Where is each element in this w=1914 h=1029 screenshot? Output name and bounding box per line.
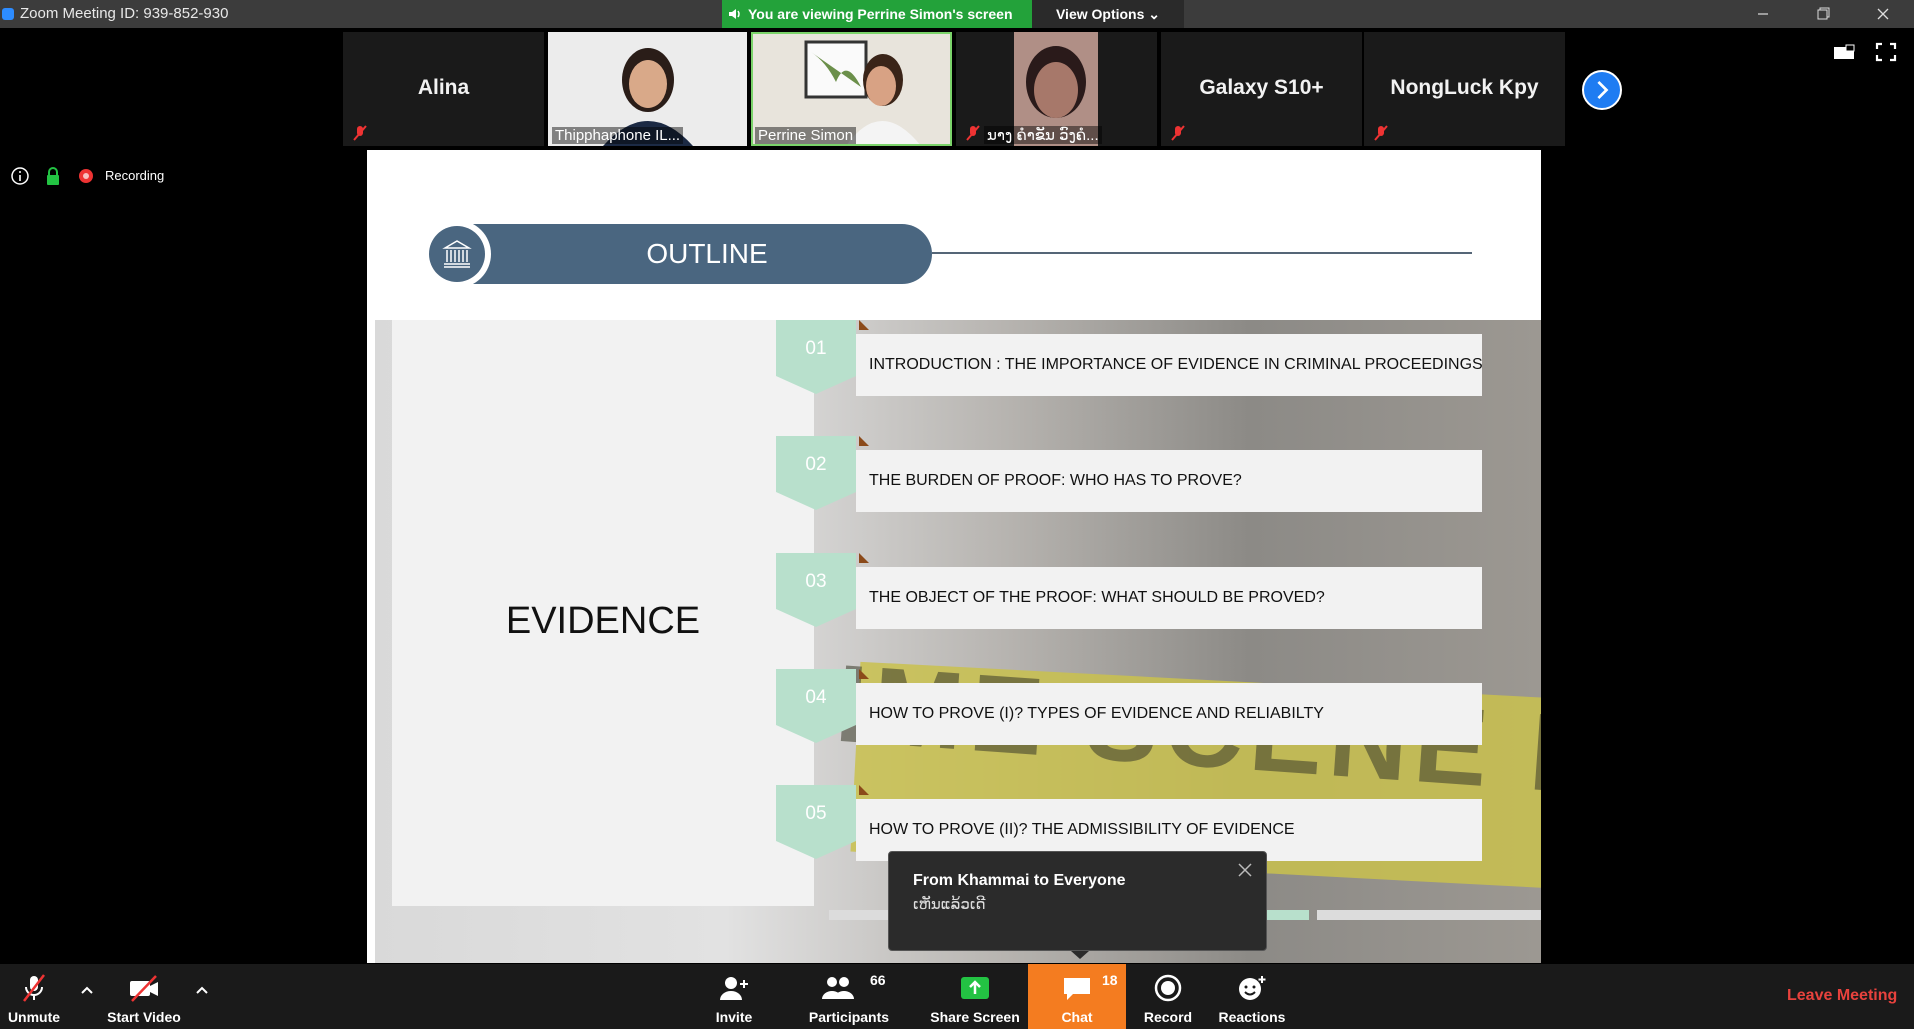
chat-message: ເຫັນແລ້ວເດີ: [913, 896, 986, 913]
item-corner-flag: [859, 320, 869, 330]
item-corner-flag: [859, 669, 869, 679]
record-icon: [1154, 974, 1182, 1002]
banner-text: You are viewing Perrine Simon's screen: [748, 6, 1013, 22]
outline-item-text: HOW TO PROVE (II)? THE ADMISSIBILITY OF …: [869, 821, 1295, 838]
video-options-caret-icon[interactable]: [194, 984, 210, 996]
chat-unread-count: 18: [1102, 972, 1118, 988]
participant-name: Thipphaphone IL...: [552, 127, 684, 144]
toast-pointer: [1071, 951, 1089, 959]
participant-name: Alina: [417, 76, 470, 99]
courthouse-icon: [442, 240, 472, 268]
participant-name: NongLuck Kpy: [1390, 76, 1539, 99]
gallery-strip: Alina Thipphaphone IL... Perrine Simon ນ…: [343, 32, 1565, 146]
invite-label: Invite: [715, 1009, 753, 1025]
outline-item-text: THE BURDEN OF PROOF: WHO HAS TO PROVE?: [869, 472, 1242, 489]
outline-number-badge: 01: [776, 320, 856, 396]
outline-item: INTRODUCTION : THE IMPORTANCE OF EVIDENC…: [856, 334, 1483, 396]
participants-icon: [822, 977, 854, 999]
outline-number-badge: 02: [776, 436, 856, 512]
item-corner-flag: [859, 785, 869, 795]
unmute-button[interactable]: Unmute: [0, 964, 68, 1029]
window-title: Zoom Meeting ID: 939-852-930: [20, 5, 229, 22]
outline-item-text: HOW TO PROVE (I)? TYPES OF EVIDENCE AND …: [869, 705, 1324, 722]
audio-options-caret-icon[interactable]: [79, 984, 95, 996]
leave-meeting-button[interactable]: Leave Meeting: [1787, 987, 1897, 1005]
shared-screen-slide: IME SCENE DO EVIDENCE OUTLINE 01 INTRODU…: [367, 150, 1541, 963]
participant-video-tile[interactable]: Thipphaphone IL...: [548, 32, 747, 146]
participant-name: ນາງ ຄໍາຂັນ ວົງຄໍ...: [984, 126, 1102, 144]
chevron-down-icon: ⌄: [1148, 6, 1161, 22]
participant-name: Galaxy S10+: [1199, 76, 1324, 99]
muted-mic-icon: [23, 974, 45, 1002]
participant-name: Perrine Simon: [755, 127, 857, 144]
share-screen-icon: [961, 977, 989, 999]
title-bar: Zoom Meeting ID: 939-852-930 You are vie…: [0, 0, 1914, 28]
outline-number-badge: 03: [776, 553, 856, 629]
invite-button[interactable]: Invite: [700, 964, 768, 1029]
reactions-label: Reactions: [1218, 1009, 1286, 1025]
recording-dot-icon: [79, 169, 93, 183]
section-panel: EVIDENCE: [392, 320, 814, 906]
participant-tile[interactable]: Alina: [343, 32, 544, 146]
record-button[interactable]: Record: [1135, 964, 1201, 1029]
outline-item-text: INTRODUCTION : THE IMPORTANCE OF EVIDENC…: [869, 356, 1483, 373]
speaker-icon: [729, 9, 740, 19]
muted-mic-icon: [1374, 125, 1388, 141]
viewing-screen-banner: You are viewing Perrine Simon's screen: [722, 0, 1032, 28]
start-video-button[interactable]: Start Video: [100, 964, 188, 1029]
reactions-button[interactable]: Reactions: [1214, 964, 1290, 1029]
view-options-button[interactable]: View Options ⌄: [1032, 0, 1184, 28]
outline-item-text: THE OBJECT OF THE PROOF: WHAT SHOULD BE …: [869, 589, 1325, 606]
participants-count: 66: [870, 972, 886, 988]
header-divider: [932, 252, 1472, 254]
add-reaction-icon: [1239, 976, 1266, 1000]
close-icon[interactable]: [1237, 862, 1253, 878]
start-video-label: Start Video: [107, 1009, 181, 1025]
chat-button[interactable]: 18 Chat: [1028, 964, 1126, 1029]
outline-item: HOW TO PROVE (I)? TYPES OF EVIDENCE AND …: [856, 683, 1482, 745]
muted-mic-icon: [353, 125, 367, 141]
item-corner-flag: [859, 553, 869, 563]
minimize-icon[interactable]: [1738, 0, 1788, 28]
chat-bubble-icon: [1064, 978, 1090, 1000]
participant-tile[interactable]: Galaxy S10+: [1161, 32, 1362, 146]
muted-mic-icon: [966, 125, 980, 141]
outline-icon-badge: [429, 226, 485, 282]
chat-label: Chat: [1061, 1009, 1093, 1025]
participants-label: Participants: [808, 1009, 890, 1025]
view-options-label: View Options: [1055, 6, 1145, 22]
participant-video-tile-active-speaker[interactable]: Perrine Simon: [751, 32, 952, 146]
add-person-icon: [720, 977, 748, 1000]
outline-number-badge: 05: [776, 785, 856, 861]
item-corner-flag: [859, 436, 869, 446]
video-off-icon: [130, 975, 158, 1002]
chat-sender: From Khammai to Everyone: [913, 872, 1126, 889]
restore-icon[interactable]: [1798, 0, 1848, 28]
meeting-toolbar: Unmute Start Video Invite 66 Participant…: [0, 964, 1914, 1029]
outline-item: THE OBJECT OF THE PROOF: WHAT SHOULD BE …: [856, 567, 1482, 629]
outline-number-badge: 04: [776, 669, 856, 745]
share-screen-label: Share Screen: [930, 1009, 1020, 1025]
gallery-view-icon[interactable]: [1832, 42, 1856, 62]
fullscreen-icon[interactable]: [1874, 42, 1898, 62]
outline-item: THE BURDEN OF PROOF: WHO HAS TO PROVE?: [856, 450, 1482, 512]
info-icon[interactable]: [10, 166, 30, 186]
participant-tile[interactable]: NongLuck Kpy: [1364, 32, 1565, 146]
share-screen-button[interactable]: Share Screen: [925, 964, 1025, 1029]
record-label: Record: [1143, 1009, 1193, 1025]
next-page-arrow-icon[interactable]: [1582, 70, 1622, 110]
participant-video-tile[interactable]: ນາງ ຄໍາຂັນ ວົງຄໍ...: [956, 32, 1157, 146]
chat-notification[interactable]: From Khammai to Everyone ເຫັນແລ້ວເດີ: [888, 851, 1267, 959]
muted-mic-icon: [1171, 125, 1185, 141]
unmute-label: Unmute: [7, 1009, 61, 1025]
section-title: EVIDENCE: [505, 600, 701, 642]
slide-header: OUTLINE: [646, 238, 768, 269]
participants-button[interactable]: 66 Participants: [800, 964, 898, 1029]
recording-label: Recording: [105, 168, 165, 183]
zoom-app-icon: [2, 8, 14, 20]
close-icon[interactable]: [1858, 0, 1908, 28]
lock-icon[interactable]: [45, 166, 61, 186]
